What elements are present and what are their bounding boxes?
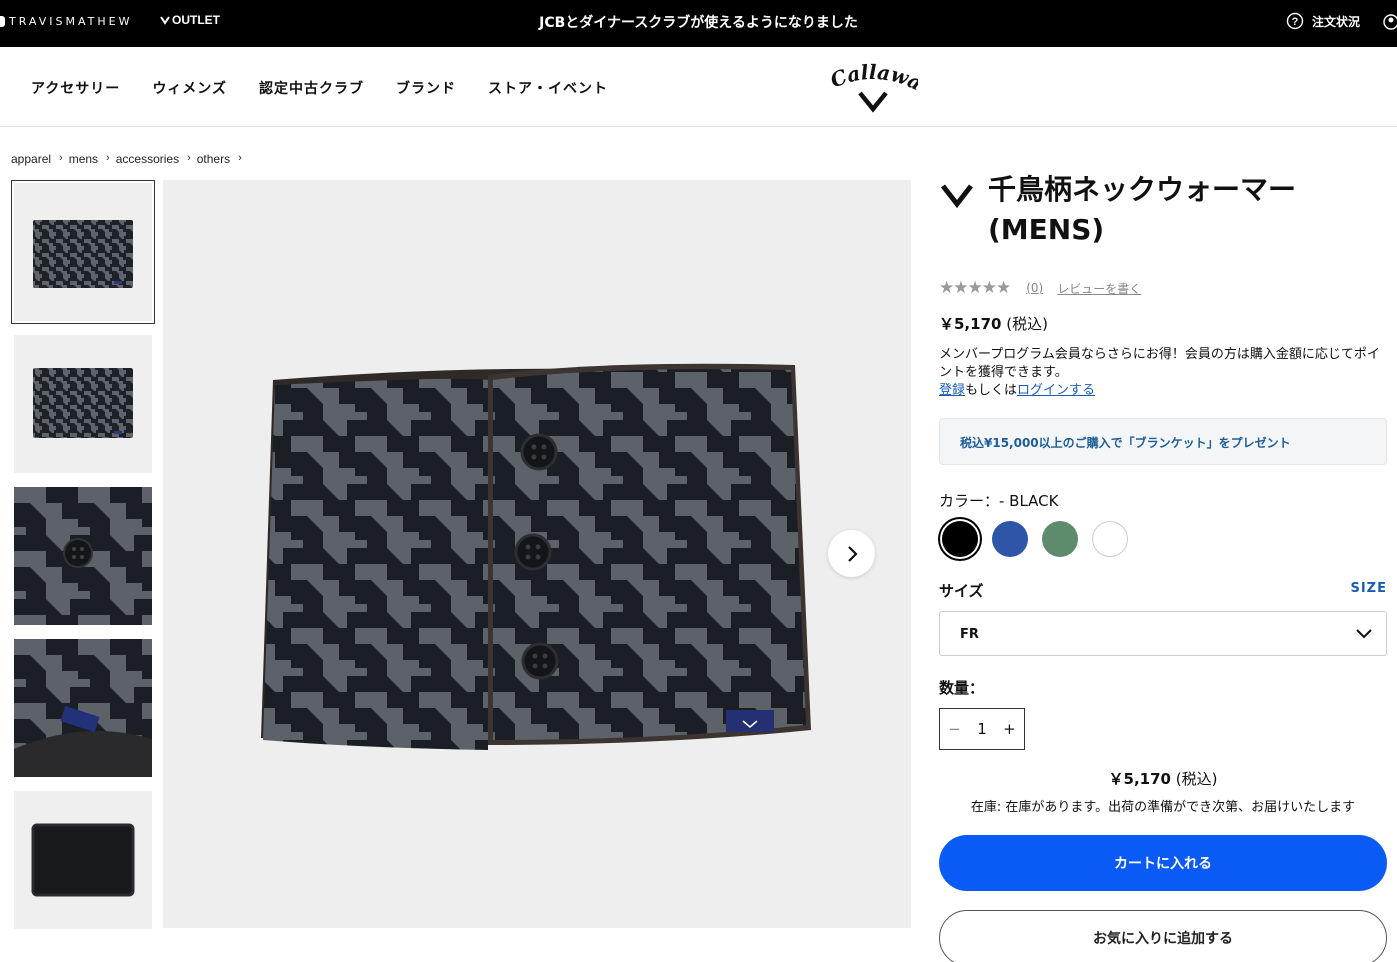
breadcrumb-apparel[interactable]: apparel (11, 152, 51, 166)
color-swatch-black[interactable] (942, 521, 978, 557)
review-count-link[interactable]: (0) (1026, 281, 1043, 295)
user-icon (1383, 14, 1397, 30)
product-title: 千鳥柄ネックウォーマー (MENS) (988, 173, 1297, 246)
member-text: メンバープログラム会員ならさらにお得！会員の方は購入金額に応じてポイントを獲得で… (939, 347, 1380, 380)
main-nav: アクセサリー ウィメンズ 認定中古クラブ ブランド ストア・イベント Calla… (0, 42, 1397, 127)
nav-item-accessories[interactable]: アクセサリー (31, 78, 120, 98)
svg-text:?: ? (1292, 16, 1299, 28)
breadcrumb-others[interactable]: others (197, 152, 230, 166)
or-text: もしくは (965, 383, 1018, 398)
nav-item-certified-used-clubs[interactable]: 認定中古クラブ (259, 78, 364, 98)
plus-icon[interactable]: + (1003, 720, 1016, 738)
thumbnail-image (14, 639, 152, 777)
price: ￥5,170 (税込) (939, 313, 1048, 334)
breadcrumb-separator-icon: › (59, 152, 63, 164)
quantity-label: 数量： (939, 679, 985, 697)
add-to-favorites-button[interactable]: お気に入りに追加する (939, 910, 1387, 962)
help-circle-icon: ? (1286, 12, 1304, 30)
stock-status: 在庫: 在庫があります。出荷の準備ができ次第、お届けいたします (970, 800, 1356, 815)
color-swatch-blue[interactable] (992, 521, 1028, 557)
color-swatch-white[interactable] (1092, 521, 1128, 557)
thumbnail-image (14, 487, 152, 625)
callaway-logo[interactable]: Callaway (819, 42, 926, 117)
breadcrumb-separator-icon: › (187, 152, 191, 164)
account-button[interactable] (1383, 13, 1397, 35)
size-select[interactable]: FR (939, 611, 1387, 656)
rating-row: ★★★★★ (0) レビューを書く (939, 278, 1141, 298)
rating-stars: ★★★★★ (939, 278, 1011, 298)
thumbnail-image (33, 368, 133, 438)
thumbnail-3[interactable] (14, 487, 152, 625)
thumbnail-2[interactable] (14, 335, 152, 473)
promo-banner: 税込¥15,000以上のご購入で「ブランケット」をプレゼント (939, 418, 1387, 465)
price-tax: (税込) (1006, 315, 1048, 333)
size-label: サイズ (939, 582, 984, 600)
order-status-label: 注文状況 (1312, 14, 1361, 29)
breadcrumb: apparel › mens › accessories › others › (11, 152, 244, 166)
chevron-right-icon (847, 545, 858, 562)
neck-warmer-image (261, 363, 811, 750)
quantity-value[interactable]: 1 (977, 720, 987, 738)
color-swatches (939, 521, 1128, 557)
thumbnail-5[interactable] (14, 791, 152, 929)
thumbnail-4[interactable] (14, 639, 152, 777)
register-link[interactable]: 登録 (939, 383, 965, 398)
breadcrumb-separator-icon: › (238, 152, 242, 164)
color-label: カラー：- BLACK (939, 492, 1059, 510)
color-swatch-green[interactable] (1042, 521, 1078, 557)
member-info: メンバープログラム会員ならさらにお得！会員の方は購入金額に応じてポイントを獲得で… (939, 346, 1387, 400)
size-guide-link[interactable]: SIZE (1350, 581, 1387, 596)
thumbnail-1[interactable] (11, 180, 155, 324)
callaway-v-icon (941, 184, 973, 209)
size-value: FR (960, 627, 979, 642)
price-value: ￥5,170 (939, 315, 1002, 333)
write-review-link[interactable]: レビューを書く (1057, 280, 1141, 297)
nav-menu: アクセサリー ウィメンズ 認定中古クラブ ブランド ストア・イベント (31, 78, 608, 98)
svg-text:Callaway: Callaway (826, 61, 918, 95)
nav-item-store-events[interactable]: ストア・イベント (488, 78, 608, 98)
login-link[interactable]: ログインする (1017, 383, 1095, 398)
breadcrumb-separator-icon: › (106, 152, 110, 164)
nav-item-womens[interactable]: ウィメンズ (152, 78, 227, 98)
quantity-stepper: − 1 + (939, 708, 1025, 750)
callaway-logo-icon: Callaway (819, 42, 926, 113)
thumbnail-image (33, 220, 133, 288)
breadcrumb-mens[interactable]: mens (69, 152, 98, 166)
top-bar: TRAVISMATHEW OUTLET JCBとダイナースクラブが使えるようにな… (0, 0, 1397, 47)
announcement-text[interactable]: JCBとダイナースクラブが使えるようになりました (0, 12, 1397, 32)
price-bottom: ￥5,170 (税込) (939, 768, 1387, 789)
price-bottom-value: ￥5,170 (1108, 770, 1171, 788)
order-status-link[interactable]: ? 注文状況 (1286, 12, 1360, 30)
thumbnail-image (31, 823, 135, 897)
minus-icon[interactable]: − (948, 720, 961, 738)
nav-item-brand[interactable]: ブランド (396, 78, 456, 98)
chevron-down-icon (1356, 629, 1372, 639)
add-to-cart-button[interactable]: カートに入れる (939, 835, 1387, 891)
product-main-image[interactable] (163, 180, 911, 928)
next-image-button[interactable] (828, 530, 875, 577)
price-bottom-tax: (税込) (1175, 770, 1218, 788)
breadcrumb-accessories[interactable]: accessories (116, 152, 179, 166)
